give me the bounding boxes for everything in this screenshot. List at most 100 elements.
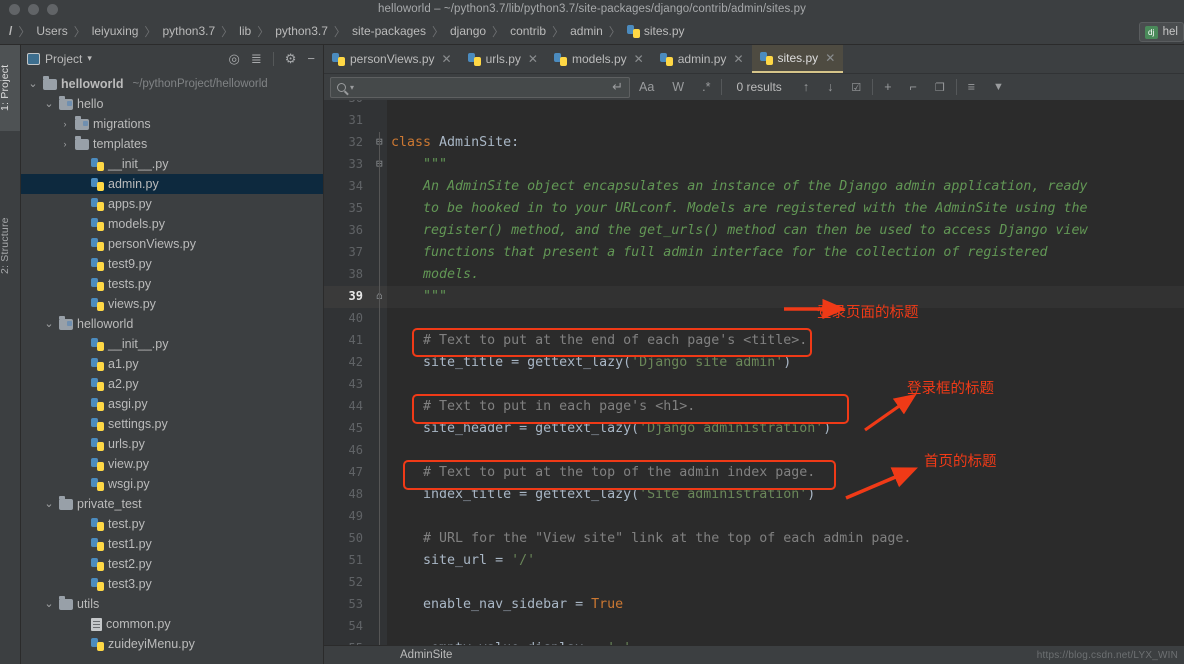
match-case-toggle[interactable]: Aa: [630, 80, 663, 94]
python-file-icon: [91, 377, 104, 391]
project-tree[interactable]: ⌄ helloworld ~/pythonProject/helloworld ⌄ he…: [21, 72, 323, 654]
tree-item-helloworld[interactable]: ⌄ helloworld: [21, 314, 323, 334]
tree-item-urls-py[interactable]: urls.py: [21, 434, 323, 454]
next-match-button[interactable]: ↓: [818, 80, 842, 94]
tree-item-a1-py[interactable]: a1.py: [21, 354, 323, 374]
tree-item--init-py[interactable]: __init__.py: [21, 334, 323, 354]
close-tab-icon[interactable]: ✕: [733, 52, 743, 66]
disclosure-triangle-icon[interactable]: ⌄: [43, 598, 55, 609]
tree-item-test3-py[interactable]: test3.py: [21, 574, 323, 594]
line-number: 41: [348, 333, 363, 347]
breadcrumb-item-5[interactable]: python3.7: [274, 24, 329, 38]
disclosure-triangle-icon[interactable]: ›: [59, 139, 71, 149]
current-line-highlight: [387, 286, 1184, 308]
close-tab-icon[interactable]: ✕: [442, 52, 452, 66]
tree-item-zuideyimenu-py[interactable]: zuideyiMenu.py: [21, 634, 323, 654]
tree-item-templates[interactable]: › templates: [21, 134, 323, 154]
navigation-bar: / 〉 Users 〉 leiyuxing 〉 python3.7 〉 lib …: [0, 18, 1184, 45]
minimize-icon[interactable]: −: [307, 52, 315, 65]
title-bar: helloworld – ~/python3.7/lib/python3.7/s…: [0, 0, 1184, 18]
close-tab-icon[interactable]: ✕: [825, 51, 835, 65]
disclosure-triangle-icon[interactable]: ⌄: [43, 498, 55, 509]
add-cursor-icon[interactable]: +: [875, 80, 900, 94]
tool-tab-structure[interactable]: 2: Structure: [0, 193, 20, 299]
tree-item-views-py[interactable]: views.py: [21, 294, 323, 314]
close-tab-icon[interactable]: ✕: [634, 52, 644, 66]
source-folder-icon: [59, 315, 73, 330]
filter-lines-icon[interactable]: ≡: [959, 80, 984, 94]
chevron-down-icon[interactable]: ▾: [87, 53, 92, 64]
editor-tab-sites-py[interactable]: sites.py ✕: [751, 45, 844, 73]
close-tab-icon[interactable]: ✕: [528, 52, 538, 66]
tree-item-test9-py[interactable]: test9.py: [21, 254, 323, 274]
breadcrumb-separator: 〉: [552, 24, 565, 39]
run-configuration-chip[interactable]: dj hel: [1138, 22, 1184, 42]
code-text[interactable]: class AdminSite: """ An AdminSite object…: [387, 100, 1184, 645]
line-number: 47: [348, 465, 363, 479]
breadcrumb-item-7[interactable]: django: [449, 24, 487, 38]
tree-item--init-py[interactable]: __init__.py: [21, 154, 323, 174]
breadcrumb-item-0[interactable]: /: [6, 24, 13, 38]
tree-item-label: zuideyiMenu.py: [108, 637, 195, 651]
select-all-occurrences-icon[interactable]: ❐: [926, 81, 954, 94]
breadcrumb-item-3[interactable]: python3.7: [161, 24, 216, 38]
whole-words-toggle[interactable]: W: [663, 80, 693, 94]
editor-tab-personviews-py[interactable]: personViews.py ✕: [324, 45, 460, 73]
tree-item-models-py[interactable]: models.py: [21, 214, 323, 234]
disclosure-triangle-icon[interactable]: ⌄: [43, 318, 55, 329]
tree-item-asgi-py[interactable]: asgi.py: [21, 394, 323, 414]
breadcrumb-item-file[interactable]: sites.py: [626, 24, 686, 38]
code-line: functions that present a full admin inte…: [423, 245, 1048, 260]
disclosure-triangle-icon[interactable]: ⌄: [27, 78, 39, 89]
breadcrumb-item-8[interactable]: contrib: [509, 24, 547, 38]
editor-tab-label: admin.py: [677, 52, 727, 66]
breadcrumb-item-4[interactable]: lib: [238, 24, 252, 38]
tree-item-admin-py[interactable]: admin.py: [21, 174, 323, 194]
tree-item-test2-py[interactable]: test2.py: [21, 554, 323, 574]
editor-tab-admin-py[interactable]: admin.py ✕: [652, 45, 752, 73]
editor-tab-models-py[interactable]: models.py ✕: [546, 45, 652, 73]
tool-tab-project[interactable]: 1: Project: [0, 45, 20, 131]
breadcrumb-item-1[interactable]: Users: [35, 24, 68, 38]
wrap-search-icon[interactable]: ↵: [612, 79, 623, 95]
python-file-icon: [91, 417, 104, 431]
previous-match-button[interactable]: ↑: [794, 80, 818, 94]
tree-item-view-py[interactable]: view.py: [21, 454, 323, 474]
tree-item-personviews-py[interactable]: personViews.py: [21, 234, 323, 254]
tree-item-test-py[interactable]: test.py: [21, 514, 323, 534]
disclosure-triangle-icon[interactable]: ⌄: [43, 98, 55, 109]
regex-toggle[interactable]: .*: [693, 80, 719, 94]
tree-item-label: apps.py: [108, 197, 152, 211]
filter-icon[interactable]: ▼: [984, 81, 1013, 93]
tree-item-test1-py[interactable]: test1.py: [21, 534, 323, 554]
tree-item-a2-py[interactable]: a2.py: [21, 374, 323, 394]
tree-item-tests-py[interactable]: tests.py: [21, 274, 323, 294]
tree-item-apps-py[interactable]: apps.py: [21, 194, 323, 214]
locate-icon[interactable]: ◎: [229, 52, 240, 65]
disclosure-triangle-icon[interactable]: ›: [59, 119, 71, 129]
editor-tab-bar[interactable]: personViews.py ✕ urls.py ✕ models.py ✕ admin.p…: [324, 45, 1184, 73]
chevron-down-icon[interactable]: ▾: [350, 83, 354, 92]
tree-item-private-test[interactable]: ⌄ private_test: [21, 494, 323, 514]
line-number: 54: [348, 619, 363, 633]
tree-item-helloworld[interactable]: ⌄ helloworld ~/pythonProject/helloworld: [21, 74, 323, 94]
python-file-icon: [91, 157, 104, 171]
remove-cursor-icon[interactable]: ⌐: [901, 80, 926, 94]
tree-item-settings-py[interactable]: settings.py: [21, 414, 323, 434]
search-input[interactable]: ▾ ↵: [330, 76, 630, 98]
tree-item-hello[interactable]: ⌄ hello: [21, 94, 323, 114]
divider: [721, 79, 723, 95]
breadcrumb-item-9[interactable]: admin: [569, 24, 604, 38]
select-all-button[interactable]: ☑: [842, 81, 870, 94]
tree-item-common-py[interactable]: common.py: [21, 614, 323, 634]
tree-item-utils[interactable]: ⌄ utils: [21, 594, 323, 614]
breadcrumb-item-6[interactable]: site-packages: [351, 24, 427, 38]
tree-item-wsgi-py[interactable]: wsgi.py: [21, 474, 323, 494]
status-breadcrumb[interactable]: AdminSite: [400, 649, 452, 661]
breadcrumb-item-2[interactable]: leiyuxing: [91, 24, 140, 38]
gear-icon[interactable]: ⚙: [285, 52, 297, 65]
editor-tab-urls-py[interactable]: urls.py ✕: [460, 45, 546, 73]
tree-item-migrations[interactable]: › migrations: [21, 114, 323, 134]
collapse-all-icon[interactable]: ≣: [251, 52, 262, 65]
code-viewport[interactable]: 303132⊟33⊟343536373839⌂40414243444546474…: [324, 100, 1184, 645]
